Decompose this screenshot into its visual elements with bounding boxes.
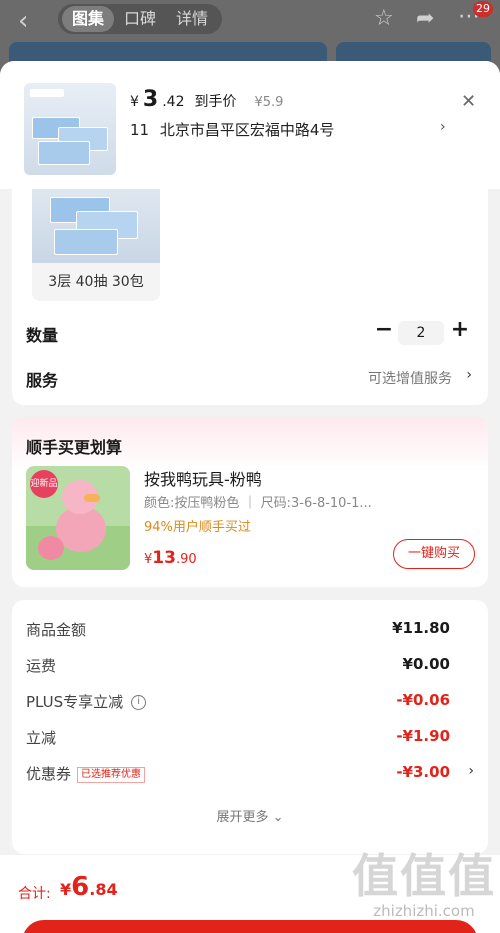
price-decimal: .42	[162, 94, 185, 110]
summary-value: ¥0.00	[402, 655, 450, 673]
address-number: 11	[130, 121, 150, 139]
recommend-spec: 颜色:按压鸭粉色 ｜ 尺码:3-6-8-10-1...	[144, 496, 372, 511]
chevron-right-icon[interactable]: ›	[468, 763, 474, 779]
quantity-increase-button[interactable]: +	[448, 317, 472, 342]
price-summary-card: 商品金额 ¥11.80 运费 ¥0.00 PLUS专享立减 i -¥0.06 立减…	[12, 600, 488, 854]
price-currency: ¥	[130, 94, 139, 110]
close-icon[interactable]: ✕	[461, 91, 476, 112]
summary-label: 商品金额	[26, 621, 87, 639]
price-tag: 到手价	[194, 94, 237, 110]
watermark: 值值值 zhizhizhi.com	[348, 850, 500, 930]
service-value[interactable]: 可选增值服务	[368, 368, 452, 388]
product-thumbnail[interactable]	[24, 83, 116, 175]
summary-row: 运费 ¥0.00	[26, 655, 474, 675]
summary-label: 运费	[26, 657, 57, 675]
original-price: ¥5.9	[254, 95, 284, 110]
summary-label: 立减	[26, 729, 57, 747]
watermark-logo: 值值值	[352, 849, 496, 903]
background-tabs: 图集 口碑 详情	[58, 4, 223, 34]
summary-label: PLUS专享立减	[26, 693, 124, 711]
message-badge: 29	[473, 1, 493, 17]
service-label: 服务	[26, 371, 59, 390]
total-currency: ¥	[60, 880, 72, 899]
recommend-price: ¥13.90	[144, 548, 197, 568]
quantity-label: 数量	[26, 326, 59, 345]
summary-value: -¥0.06	[396, 691, 450, 709]
purchase-sheet: ¥ 3 .42 到手价 ¥5.9 11 北京市昌平区宏福中路4号 › ✕ 3层 …	[0, 61, 500, 933]
summary-row: 立减 -¥1.90	[26, 727, 474, 747]
tab-reviews[interactable]: 口碑	[114, 6, 166, 32]
summary-row: 商品金额 ¥11.80	[26, 619, 474, 639]
total-price: ¥6.84	[60, 872, 118, 902]
price-integer: 3	[142, 87, 159, 112]
recommend-price-decimal: .90	[175, 552, 197, 567]
chevron-right-icon[interactable]: ›	[466, 367, 472, 383]
spec-option[interactable]: 3层 40抽 30包	[32, 189, 160, 301]
watermark-url: zhizhizhi.com	[373, 902, 475, 920]
coupon-tag: 已选推荐优惠	[77, 766, 146, 783]
quantity-input[interactable]: 2	[398, 321, 444, 345]
summary-value: ¥11.80	[392, 619, 450, 637]
recommend-price-integer: 13	[152, 548, 176, 568]
chevron-right-icon[interactable]: ›	[440, 119, 446, 135]
delivery-address[interactable]: 11 北京市昌平区宏福中路4号	[130, 119, 334, 140]
back-icon[interactable]: ‹	[18, 6, 28, 36]
quantity-decrease-button[interactable]: −	[372, 317, 396, 342]
recommend-product-image[interactable]: 迎新品	[26, 466, 130, 570]
recommend-card: 顺手买更划算 迎新品 按我鸭玩具-粉鸭 颜色:按压鸭粉色 ｜ 尺码:3-6-8-…	[12, 417, 488, 587]
share-icon[interactable]: ➦	[416, 6, 434, 31]
price-row: ¥ 3 .42 到手价 ¥5.9	[130, 87, 283, 112]
one-click-buy-button[interactable]: 一键购买	[393, 539, 475, 569]
total-decimal: .84	[89, 880, 118, 899]
expand-more-button[interactable]: 展开更多 ⌄	[12, 806, 488, 825]
recommend-badge: 迎新品	[30, 470, 58, 498]
spec-option-image	[32, 189, 160, 263]
coupon-row[interactable]: 优惠券 已选推荐优惠 -¥3.00 ›	[26, 763, 474, 783]
summary-value: -¥1.90	[396, 727, 450, 745]
address-text: 北京市昌平区宏福中路4号	[159, 121, 335, 139]
total-integer: 6	[71, 872, 90, 902]
star-icon[interactable]: ☆	[374, 6, 394, 31]
spec-option-label: 3层 40抽 30包	[48, 274, 144, 290]
total-label: 合计:	[18, 886, 51, 902]
info-icon[interactable]: i	[131, 695, 147, 710]
tab-details[interactable]: 详情	[166, 6, 218, 32]
recommend-bought-rate: 94%用户顺手买过	[144, 520, 251, 535]
tab-gallery[interactable]: 图集	[62, 6, 115, 32]
summary-row: PLUS专享立减 i -¥0.06	[26, 691, 474, 711]
product-header: ¥ 3 .42 到手价 ¥5.9 11 北京市昌平区宏福中路4号 › ✕	[0, 61, 500, 189]
summary-value: -¥3.00	[396, 763, 450, 781]
recommend-title: 顺手买更划算	[26, 438, 123, 457]
spec-card: 3层 40抽 30包 数量 − 2 + 服务 可选增值服务 ›	[12, 189, 488, 405]
recommend-name[interactable]: 按我鸭玩具-粉鸭	[144, 466, 262, 490]
summary-label: 优惠券	[26, 765, 72, 783]
